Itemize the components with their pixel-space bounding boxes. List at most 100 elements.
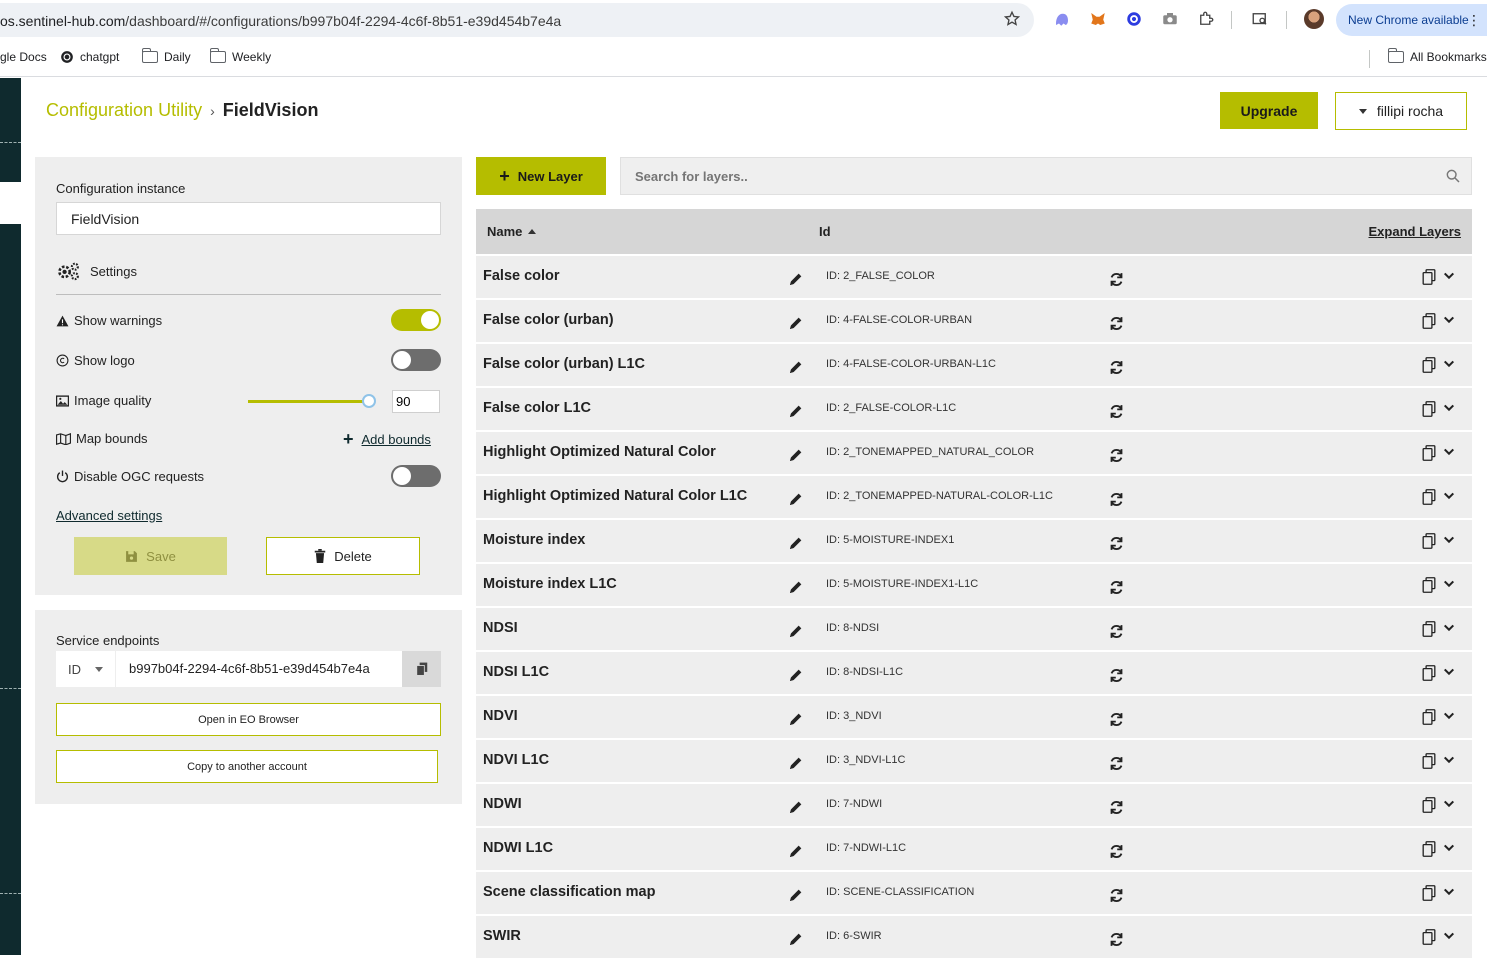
pencil-edit-icon[interactable] (788, 271, 804, 287)
open-in-eo-browser-button[interactable]: Open in EO Browser (56, 703, 441, 736)
pencil-edit-icon[interactable] (788, 447, 804, 463)
layer-name[interactable]: NDWI L1C (483, 840, 553, 856)
pencil-edit-icon[interactable] (788, 535, 804, 551)
chevron-down-icon[interactable] (1443, 799, 1455, 809)
chevron-down-icon[interactable] (1443, 535, 1455, 545)
chevron-down-icon[interactable] (1443, 755, 1455, 765)
layer-search-input[interactable] (620, 157, 1472, 195)
refresh-icon[interactable] (1108, 403, 1125, 420)
layer-name[interactable]: Moisture index (483, 532, 585, 548)
bookmark-star-icon[interactable] (1003, 10, 1021, 28)
pencil-edit-icon[interactable] (788, 755, 804, 771)
extensions-puzzle-icon[interactable] (1197, 10, 1215, 28)
refresh-icon[interactable] (1108, 535, 1125, 552)
chevron-down-icon[interactable] (1443, 359, 1455, 369)
breadcrumb-root-link[interactable]: Configuration Utility (46, 100, 202, 121)
layer-row[interactable]: NDWI L1C ID: 7-NDWI-L1C (476, 828, 1472, 870)
chevron-down-icon[interactable] (1443, 447, 1455, 457)
copy-icon[interactable] (1422, 709, 1436, 725)
refresh-icon[interactable] (1108, 711, 1125, 728)
copy-icon[interactable] (1422, 357, 1436, 373)
layer-row[interactable]: NDVI ID: 3_NDVI (476, 696, 1472, 738)
refresh-icon[interactable] (1108, 315, 1125, 332)
chevron-down-icon[interactable] (1443, 667, 1455, 677)
refresh-icon[interactable] (1108, 799, 1125, 816)
layer-name[interactable]: Scene classification map (483, 884, 655, 900)
layer-name[interactable]: False color L1C (483, 400, 591, 416)
instance-name-input[interactable] (56, 202, 441, 235)
bookmark-weekly[interactable]: Weekly (209, 48, 271, 64)
refresh-icon[interactable] (1108, 623, 1125, 640)
image-quality-input[interactable] (392, 390, 440, 413)
address-bar[interactable]: os.sentinel-hub.com/dashboard/#/configur… (0, 3, 1034, 37)
refresh-icon[interactable] (1108, 447, 1125, 464)
all-bookmarks[interactable]: All Bookmarks (1387, 48, 1487, 64)
layer-name[interactable]: False color (urban) (483, 312, 614, 328)
save-button[interactable]: Save (74, 537, 227, 575)
new-chrome-available-button[interactable]: New Chrome available ⋮ (1336, 4, 1487, 36)
refresh-icon[interactable] (1108, 359, 1125, 376)
new-layer-button[interactable]: + New Layer (476, 157, 606, 195)
chevron-down-icon[interactable] (1443, 843, 1455, 853)
chevron-down-icon[interactable] (1443, 491, 1455, 501)
layer-row[interactable]: False color L1C ID: 2_FALSE-COLOR-L1C (476, 388, 1472, 430)
refresh-icon[interactable] (1108, 843, 1125, 860)
copy-to-another-account-button[interactable]: Copy to another account (56, 750, 438, 783)
chevron-down-icon[interactable] (1443, 403, 1455, 413)
copy-icon[interactable] (1422, 753, 1436, 769)
pencil-edit-icon[interactable] (788, 887, 804, 903)
bookmark-docs[interactable]: gle Docs (0, 50, 47, 64)
pencil-edit-icon[interactable] (788, 579, 804, 595)
show-warnings-toggle[interactable] (391, 309, 441, 331)
layer-row[interactable]: False color (urban) L1C ID: 4-FALSE-COLOR… (476, 344, 1472, 386)
layer-row[interactable]: Scene classification map ID: SCENE-CLASSI… (476, 872, 1472, 914)
layer-row[interactable]: NDVI L1C ID: 3_NDVI-L1C (476, 740, 1472, 782)
expand-layers-link[interactable]: Expand Layers (1369, 224, 1462, 239)
tab-search-icon[interactable] (1251, 10, 1269, 28)
layer-name[interactable]: False color (urban) L1C (483, 356, 645, 372)
delete-button[interactable]: Delete (266, 537, 420, 575)
pencil-edit-icon[interactable] (788, 359, 804, 375)
pencil-edit-icon[interactable] (788, 403, 804, 419)
layer-name[interactable]: NDSI L1C (483, 664, 549, 680)
layer-row[interactable]: SWIR ID: 6-SWIR (476, 916, 1472, 958)
search-icon[interactable] (1445, 168, 1461, 184)
circle-extension-icon[interactable] (1125, 10, 1143, 28)
layer-row[interactable]: False color ID: 2_FALSE_COLOR (476, 256, 1472, 298)
layer-row[interactable]: Highlight Optimized Natural Color ID: 2_T… (476, 432, 1472, 474)
layer-row[interactable]: NDSI ID: 8-NDSI (476, 608, 1472, 650)
metamask-fox-icon[interactable] (1089, 10, 1107, 28)
disable-ogc-toggle[interactable] (391, 465, 441, 487)
chevron-down-icon[interactable] (1443, 931, 1455, 941)
advanced-settings-link[interactable]: Advanced settings (56, 508, 162, 523)
layer-name[interactable]: NDWI (483, 796, 522, 812)
bookmark-daily[interactable]: Daily (141, 48, 191, 64)
layer-name[interactable]: Highlight Optimized Natural Color (483, 444, 716, 460)
copy-icon[interactable] (1422, 577, 1436, 593)
camera-icon[interactable] (1161, 10, 1179, 28)
copy-icon[interactable] (1422, 489, 1436, 505)
copy-icon[interactable] (1422, 269, 1436, 285)
layer-name[interactable]: Highlight Optimized Natural Color L1C (483, 488, 747, 504)
chevron-down-icon[interactable] (1443, 887, 1455, 897)
pencil-edit-icon[interactable] (788, 799, 804, 815)
refresh-icon[interactable] (1108, 271, 1125, 288)
pencil-edit-icon[interactable] (788, 315, 804, 331)
chevron-down-icon[interactable] (1443, 579, 1455, 589)
add-bounds-button[interactable]: + Add bounds (343, 430, 431, 448)
show-logo-toggle[interactable] (391, 349, 441, 371)
copy-icon[interactable] (1422, 797, 1436, 813)
chevron-down-icon[interactable] (1443, 315, 1455, 325)
refresh-icon[interactable] (1108, 887, 1125, 904)
copy-icon[interactable] (1422, 621, 1436, 637)
refresh-icon[interactable] (1108, 931, 1125, 948)
pencil-edit-icon[interactable] (788, 843, 804, 859)
copy-icon[interactable] (1422, 313, 1436, 329)
refresh-icon[interactable] (1108, 667, 1125, 684)
layer-name[interactable]: SWIR (483, 928, 521, 944)
layer-name[interactable]: NDVI (483, 708, 518, 724)
copy-icon[interactable] (1422, 929, 1436, 945)
endpoint-id-value[interactable]: b997b04f-2294-4c6f-8b51-e39d454b7e4a (116, 651, 402, 687)
layer-row[interactable]: Moisture index ID: 5-MOISTURE-INDEX1 (476, 520, 1472, 562)
refresh-icon[interactable] (1108, 579, 1125, 596)
